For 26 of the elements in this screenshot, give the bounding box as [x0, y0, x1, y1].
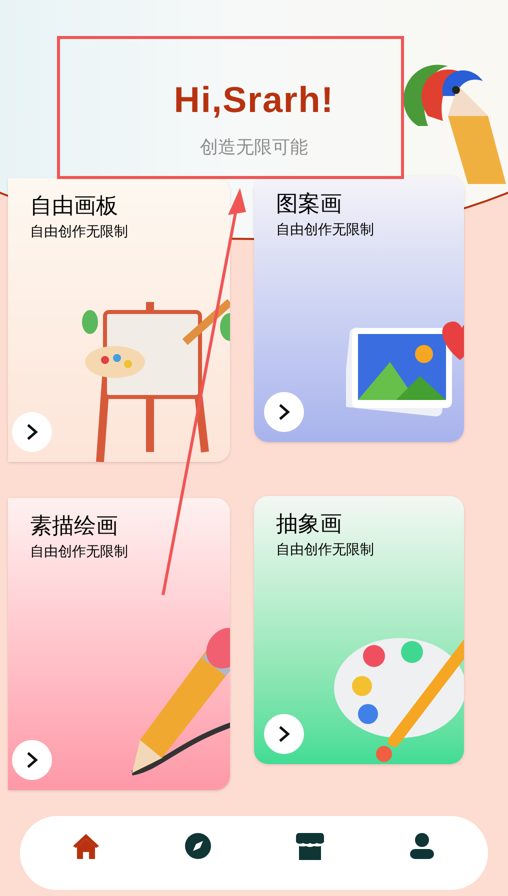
category-card[interactable]: 抽象画 自由创作无限制	[254, 496, 464, 764]
category-card[interactable]: 自由画板 自由创作无限制	[8, 178, 230, 462]
store-icon	[296, 832, 324, 860]
card-title: 图案画	[276, 190, 343, 218]
card-subtitle: 自由创作无限制	[276, 220, 375, 238]
category-card[interactable]: 素描绘画 自由创作无限制	[8, 498, 230, 790]
card-title: 抽象画	[276, 510, 343, 538]
card-subtitle: 自由创作无限制	[30, 222, 129, 240]
arrow-button[interactable]	[264, 392, 304, 432]
category-card[interactable]: 图案画 自由创作无限制	[254, 176, 464, 442]
chevron-right-icon	[26, 423, 38, 441]
card-title: 自由画板	[30, 192, 119, 220]
greeting: Hi,Srarh!	[174, 78, 334, 122]
tagline: 创造无限可能	[200, 136, 308, 159]
compass-icon	[185, 833, 211, 859]
home-icon	[72, 833, 100, 859]
chevron-right-icon	[278, 403, 290, 421]
chevron-right-icon	[26, 751, 38, 769]
arrow-button[interactable]	[12, 740, 52, 780]
card-title: 素描绘画	[30, 512, 119, 540]
arrow-button[interactable]	[12, 412, 52, 452]
chevron-right-icon	[278, 725, 290, 743]
card-subtitle: 自由创作无限制	[30, 542, 129, 560]
user-icon	[409, 833, 435, 859]
card-subtitle: 自由创作无限制	[276, 540, 375, 558]
arrow-button[interactable]	[264, 714, 304, 754]
